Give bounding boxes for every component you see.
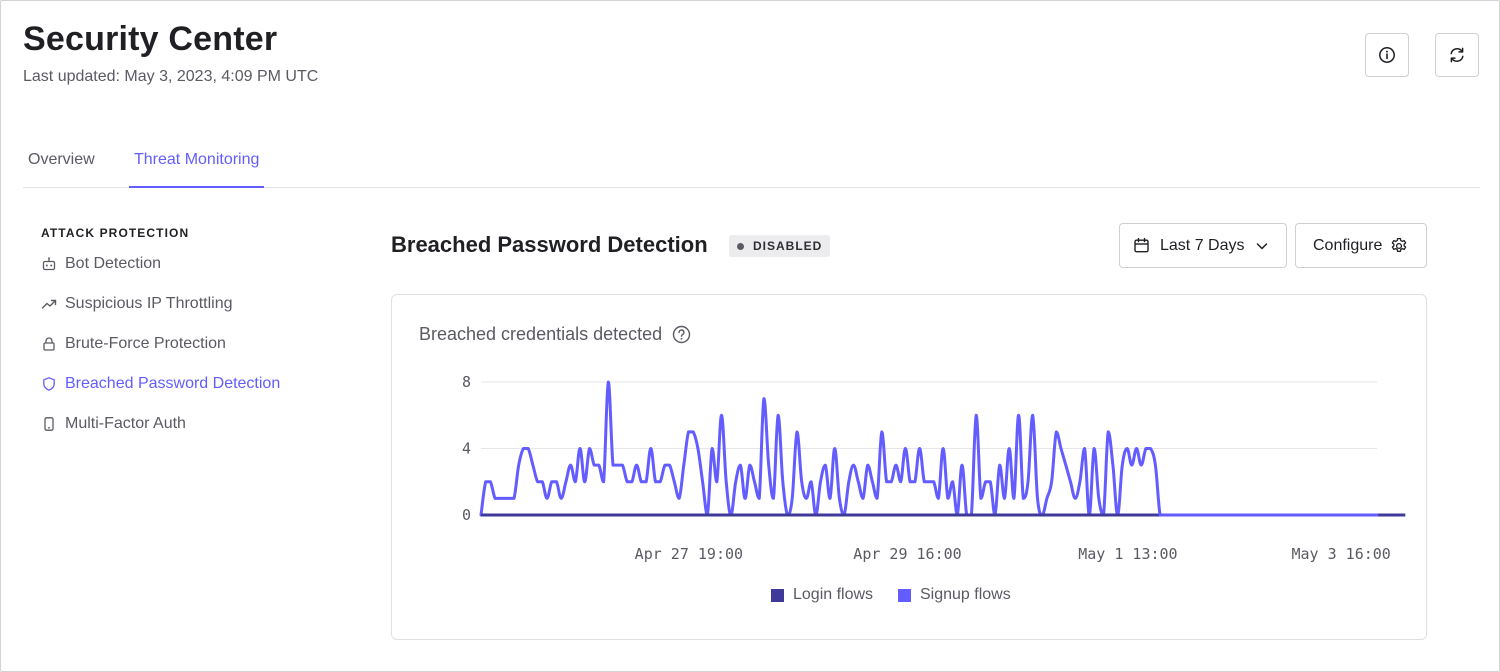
tab-overview[interactable]: Overview: [23, 140, 100, 188]
calendar-icon: [1134, 237, 1149, 253]
sidebar-item-suspicious-ip-throttling[interactable]: Suspicious IP Throttling: [41, 292, 233, 316]
robot-icon: [41, 256, 57, 272]
x-tick-label: Apr 29 16:00: [853, 545, 961, 563]
status-badge: DISABLED: [729, 235, 831, 257]
x-tick-label: Apr 27 19:00: [635, 545, 743, 563]
shield-icon: [41, 376, 57, 392]
status-dot-icon: [737, 242, 744, 250]
sidebar-item-multi-factor-auth[interactable]: Multi-Factor Auth: [41, 412, 186, 436]
info-button[interactable]: [1365, 33, 1409, 77]
sidebar-item-bot-detection[interactable]: Bot Detection: [41, 252, 161, 276]
chart-legend: Login flows Signup flows: [0, 586, 1500, 606]
section-title: Breached Password Detection: [391, 232, 708, 257]
legend-swatch-login: [771, 588, 784, 602]
y-tick-label: 0: [462, 506, 471, 524]
y-tick-label: 8: [462, 373, 471, 391]
sidebar-heading: ATTACK PROTECTION: [41, 226, 190, 240]
legend-swatch-signup: [898, 588, 911, 602]
date-range-dropdown[interactable]: Last 7 Days: [1119, 223, 1287, 268]
gear-icon: [1392, 237, 1407, 252]
legend-item-login[interactable]: Login flows: [771, 586, 873, 604]
legend-label-signup: Signup flows: [920, 586, 1011, 603]
sidebar-item-brute-force-protection[interactable]: Brute-Force Protection: [41, 332, 226, 356]
configure-label: Configure: [1313, 236, 1383, 254]
x-tick-label: May 3 16:00: [1291, 545, 1390, 563]
y-tick-label: 4: [462, 440, 471, 458]
configure-button[interactable]: Configure: [1295, 223, 1427, 268]
sidebar-item-label: Bot Detection: [65, 255, 162, 272]
trending-up-icon: [41, 296, 57, 312]
info-icon: [1379, 47, 1395, 63]
legend-label-login: Login flows: [793, 586, 874, 603]
chevron-down-icon: [1257, 242, 1268, 249]
phone-icon: [41, 416, 57, 432]
lock-icon: [41, 336, 57, 352]
refresh-button[interactable]: [1435, 33, 1479, 77]
sidebar-item-label: Suspicious IP Throttling: [65, 295, 233, 312]
refresh-icon: [1450, 47, 1464, 63]
sidebar-item-label: Breached Password Detection: [65, 375, 281, 392]
x-tick-label: May 1 13:00: [1078, 545, 1177, 563]
tab-bar: Overview Threat Monitoring: [23, 140, 1480, 188]
last-updated-text: Last updated: May 3, 2023, 4:09 PM UTC: [23, 68, 319, 85]
sidebar-item-label: Brute-Force Protection: [65, 335, 226, 352]
sidebar-item-label: Multi-Factor Auth: [65, 415, 186, 432]
status-badge-label: DISABLED: [753, 239, 823, 253]
page-title: Security Center: [23, 20, 278, 58]
sidebar-item-breached-password-detection[interactable]: Breached Password Detection: [41, 372, 280, 396]
tab-threat-monitoring[interactable]: Threat Monitoring: [129, 140, 265, 188]
date-range-label: Last 7 Days: [1160, 236, 1245, 254]
legend-item-signup[interactable]: Signup flows: [898, 586, 1011, 604]
